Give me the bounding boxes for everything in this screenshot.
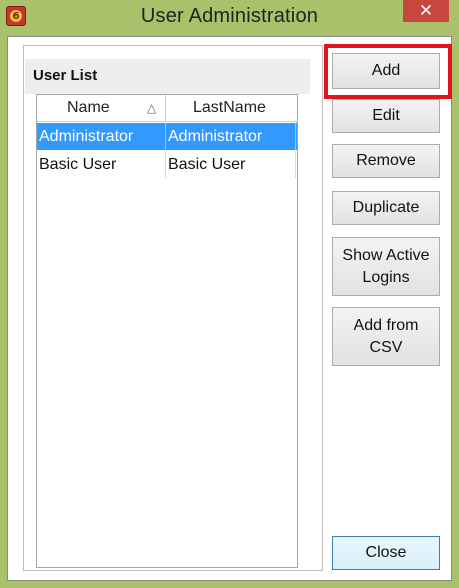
- title-bar[interactable]: 6 User Administration ✕: [0, 0, 459, 36]
- grid-header: Name △ LastName: [37, 95, 297, 122]
- edit-button[interactable]: Edit: [332, 99, 440, 133]
- add-from-csv-label-line2: CSV: [369, 338, 403, 356]
- cell-name: Basic User: [37, 151, 166, 178]
- cell-lastname: Basic User: [166, 151, 296, 178]
- column-header-name[interactable]: Name △: [37, 95, 166, 121]
- add-from-csv-button[interactable]: Add from CSV: [332, 307, 440, 366]
- dialog-client-area: User List Name △ LastName Administrator …: [7, 36, 452, 581]
- sort-ascending-icon: △: [147, 101, 157, 115]
- duplicate-button-label: Duplicate: [352, 199, 420, 216]
- user-grid[interactable]: Name △ LastName Administrator Administra…: [36, 94, 298, 568]
- show-active-logins-button[interactable]: Show Active Logins: [332, 237, 440, 296]
- column-header-lastname-label: LastName: [193, 99, 266, 116]
- show-active-logins-label-line1: Show Active: [342, 246, 430, 264]
- close-button-label: Close: [365, 544, 407, 561]
- edit-button-label: Edit: [372, 107, 400, 124]
- column-header-name-label: Name: [67, 99, 110, 116]
- add-button-highlight: [324, 44, 452, 99]
- table-row[interactable]: Administrator Administrator: [37, 123, 297, 150]
- close-window-button[interactable]: ✕: [403, 0, 449, 22]
- remove-button-label: Remove: [356, 152, 416, 169]
- duplicate-button[interactable]: Duplicate: [332, 191, 440, 225]
- remove-button[interactable]: Remove: [332, 144, 440, 178]
- cell-lastname: Administrator: [166, 123, 296, 150]
- add-from-csv-label-line1: Add from: [353, 316, 419, 334]
- user-list-title: User List: [33, 67, 98, 84]
- user-list-header: User List: [25, 59, 310, 94]
- column-header-lastname[interactable]: LastName: [166, 95, 297, 121]
- show-active-logins-label-line2: Logins: [362, 268, 410, 286]
- close-button[interactable]: Close: [332, 536, 440, 570]
- window-title: User Administration: [140, 5, 319, 27]
- cell-name: Administrator: [37, 123, 166, 150]
- close-icon: ✕: [418, 1, 434, 20]
- user-administration-window: 6 User Administration ✕ User List Name △…: [0, 0, 459, 588]
- table-row[interactable]: Basic User Basic User: [37, 151, 297, 178]
